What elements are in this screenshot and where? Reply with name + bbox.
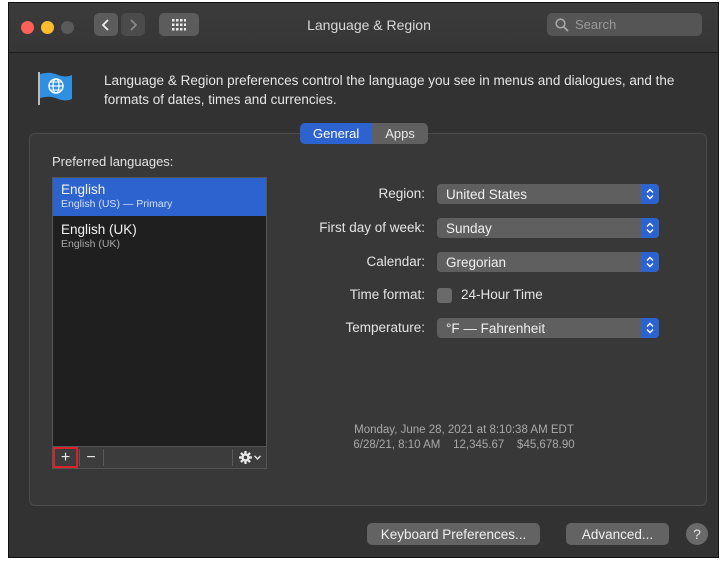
updown-chevron-icon	[641, 184, 659, 204]
tab-bar: General Apps	[300, 123, 428, 144]
add-language-button[interactable]: +	[53, 447, 78, 468]
keyboard-preferences-button[interactable]: Keyboard Preferences...	[367, 523, 540, 545]
action-menu-button[interactable]	[234, 449, 266, 466]
zoom-button[interactable]	[61, 21, 74, 34]
show-all-button[interactable]	[159, 13, 199, 36]
temperature-value: °F — Fahrenheit	[446, 320, 546, 336]
language-name: English (UK)	[61, 222, 137, 237]
minus-icon: −	[86, 448, 96, 466]
language-detail: English (US) — Primary	[61, 198, 173, 210]
preferred-languages-label: Preferred languages:	[52, 154, 174, 169]
sample-date-line: Monday, June 28, 2021 at 8:10:38 AM EDT	[354, 424, 574, 436]
calendar-label: Calendar:	[366, 254, 425, 269]
first-day-label: First day of week:	[319, 220, 425, 235]
updown-chevron-icon	[641, 252, 659, 272]
minimize-button[interactable]	[41, 21, 54, 34]
title-bar: Language & Region Search	[9, 3, 718, 53]
chevron-down-icon	[254, 455, 261, 460]
24-hour-label[interactable]: 24-Hour Time	[461, 287, 543, 302]
chevron-right-icon	[130, 18, 138, 31]
search-placeholder: Search	[575, 17, 617, 32]
temperature-popup[interactable]: °F — Fahrenheit	[437, 318, 659, 338]
search-field[interactable]: Search	[547, 13, 702, 36]
tab-apps[interactable]: Apps	[372, 123, 428, 144]
chevron-left-icon	[101, 18, 109, 31]
first-day-popup[interactable]: Sunday	[437, 218, 659, 238]
intro-description: Language & Region preferences control th…	[104, 73, 675, 107]
gear-icon	[239, 451, 252, 464]
plus-icon: +	[60, 448, 71, 466]
language-detail: English (UK)	[61, 238, 120, 250]
calendar-popup[interactable]: Gregorian	[437, 252, 659, 272]
advanced-button[interactable]: Advanced...	[566, 523, 669, 545]
globe-flag-icon	[38, 72, 72, 105]
region-popup[interactable]: United States	[437, 184, 659, 204]
preferences-window: Language & Region Search Language & Regi…	[8, 2, 719, 558]
language-list[interactable]: English English (US) — Primary English (…	[52, 177, 267, 447]
temperature-label: Temperature:	[345, 320, 425, 335]
grid-icon	[172, 18, 186, 30]
updown-chevron-icon	[641, 218, 659, 238]
help-button[interactable]: ?	[686, 523, 708, 545]
language-name: English	[61, 182, 106, 197]
tab-general[interactable]: General	[300, 123, 373, 144]
format-sample: Monday, June 28, 2021 at 8:10:38 AM EDT …	[339, 423, 589, 453]
24-hour-checkbox[interactable]	[437, 288, 452, 303]
close-button[interactable]	[21, 21, 34, 34]
remove-language-button[interactable]: −	[81, 449, 101, 466]
divider	[103, 449, 104, 466]
list-item[interactable]: English (UK) English (UK)	[53, 218, 266, 256]
time-format-label: Time format:	[349, 287, 425, 302]
list-item[interactable]: English English (US) — Primary	[53, 178, 266, 216]
region-value: United States	[446, 186, 528, 202]
updown-chevron-icon	[641, 318, 659, 338]
back-button[interactable]	[94, 13, 118, 36]
divider	[232, 449, 233, 466]
search-icon	[555, 17, 569, 32]
forward-button[interactable]	[121, 13, 145, 36]
divider	[79, 449, 80, 466]
sample-number-line: 6/28/21, 8:10 AM 12,345.67 $45,678.90	[353, 439, 575, 451]
list-toolbar: + −	[52, 447, 267, 469]
window-title: Language & Region	[307, 17, 431, 33]
calendar-value: Gregorian	[446, 254, 507, 270]
first-day-value: Sunday	[446, 220, 492, 236]
region-label: Region:	[378, 186, 425, 201]
